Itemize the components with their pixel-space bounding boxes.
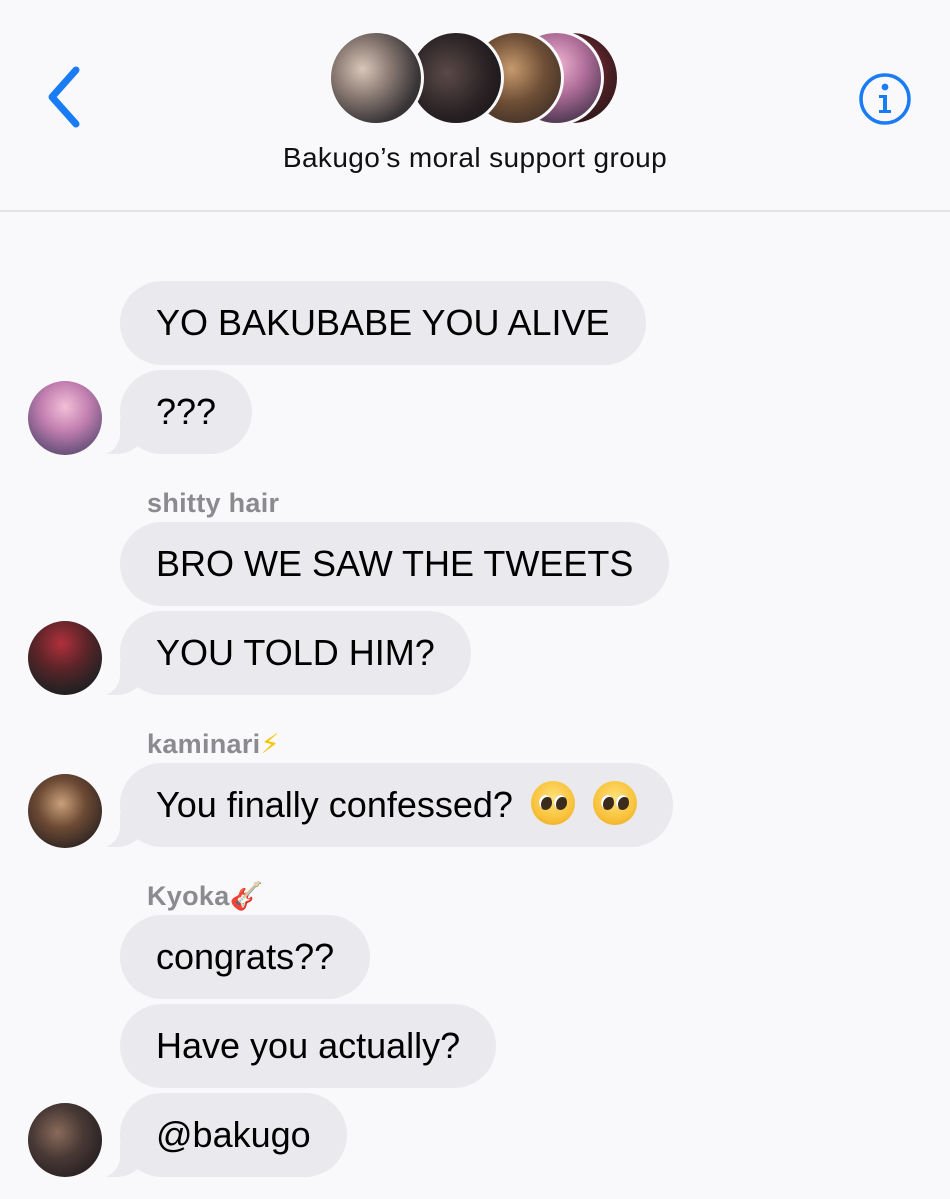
- sender-name: shitty hair: [147, 488, 280, 518]
- message-text: You finally confessed?: [156, 784, 513, 825]
- message-text: congrats??: [156, 936, 335, 977]
- message-bubble[interactable]: YO BAKUBABE YOU ALIVE: [120, 281, 646, 365]
- sender-emoji: 🎸: [229, 881, 264, 911]
- message-bubble[interactable]: @bakugo: [86, 1093, 347, 1179]
- group-avatar: [328, 30, 424, 126]
- message-bubble[interactable]: ???: [85, 370, 253, 456]
- message-text: YO BAKUBABE YOU ALIVE: [156, 302, 610, 343]
- info-circle-icon[interactable]: [858, 72, 912, 126]
- message-text: YOU TOLD HIM?: [156, 632, 435, 673]
- message-bubble[interactable]: congrats??: [120, 915, 371, 999]
- pleading-face-emoji: [592, 781, 637, 825]
- message-bubble[interactable]: BRO WE SAW THE TWEETS: [120, 522, 670, 606]
- sender-name: kaminari⚡: [147, 729, 280, 759]
- message-text: @bakugo: [156, 1114, 311, 1155]
- chevron-left-icon[interactable]: [40, 62, 90, 132]
- sender-emoji: ⚡: [260, 729, 280, 759]
- message-bubble[interactable]: Have you actually?: [120, 1004, 497, 1088]
- conversation-header: Bakugo’s moral support group: [0, 0, 950, 212]
- group-avatar-stack[interactable]: [328, 30, 628, 128]
- sender-avatar[interactable]: [28, 774, 102, 848]
- message-bubble[interactable]: You finally confessed?: [86, 763, 673, 849]
- pleading-face-emoji: [530, 781, 575, 825]
- message-bubble[interactable]: YOU TOLD HIM?: [86, 611, 471, 697]
- sender-avatar[interactable]: [28, 381, 102, 455]
- message-text: ???: [156, 391, 217, 432]
- message-text: Have you actually?: [156, 1025, 461, 1066]
- sender-avatar[interactable]: [28, 621, 102, 695]
- conversation-title[interactable]: Bakugo’s moral support group: [0, 142, 950, 174]
- sender-name: Kyoka🎸: [147, 881, 264, 911]
- sender-avatar[interactable]: [28, 1103, 102, 1177]
- message-text: BRO WE SAW THE TWEETS: [156, 543, 634, 584]
